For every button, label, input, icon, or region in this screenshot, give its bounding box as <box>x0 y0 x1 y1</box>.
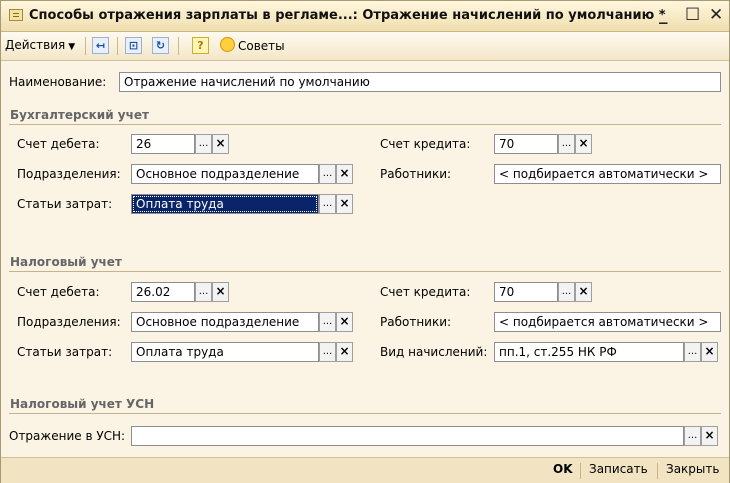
window-title: Способы отражения зарплаты в регламе...:… <box>29 8 666 23</box>
usn-reflection-field[interactable] <box>131 426 684 446</box>
tax-credit-account-field[interactable]: 70 <box>494 282 558 302</box>
usn-section-title: Налоговый учет УСН <box>10 397 155 411</box>
clear-button[interactable]: × <box>701 342 718 362</box>
advice-label: Советы <box>238 39 285 53</box>
clear-button[interactable]: × <box>575 282 592 302</box>
employees-field[interactable]: < подбирается автоматически > <box>494 164 721 184</box>
toolbar-separator <box>178 37 179 55</box>
choose-button[interactable]: ... <box>684 426 701 446</box>
footer-separator <box>657 463 658 479</box>
choose-button[interactable]: ... <box>684 342 701 362</box>
tax-cost-items-field[interactable]: Оплата труда <box>131 342 319 362</box>
choose-button[interactable]: ... <box>558 134 575 154</box>
accrual-type-label: Вид начислений: <box>380 345 488 359</box>
cost-items-field[interactable]: Оплата труда <box>131 194 319 214</box>
save-button[interactable]: Записать <box>589 462 648 476</box>
close-form-button[interactable]: Закрыть <box>666 462 719 476</box>
cost-items-label: Статьи затрат: <box>17 197 113 211</box>
tax-employees-label: Работники: <box>380 315 452 329</box>
choose-button[interactable]: ... <box>195 134 212 154</box>
tax-credit-account-label: Счет кредита: <box>380 285 471 299</box>
ok-button[interactable]: OK <box>553 462 573 476</box>
credit-account-label: Счет кредита: <box>380 137 471 151</box>
choose-button[interactable]: ... <box>319 342 336 362</box>
department-label: Подразделения: <box>17 167 121 181</box>
toolbar-separator <box>117 37 118 55</box>
title-bar[interactable]: Способы отражения зарплаты в регламе...:… <box>1 1 729 32</box>
tax-cost-items-label: Статьи затрат: <box>17 345 113 359</box>
name-label: Наименование: <box>9 75 107 89</box>
clear-button[interactable]: × <box>701 426 718 446</box>
tax-debit-account-label: Счет дебета: <box>17 285 100 299</box>
clear-button[interactable]: × <box>336 312 353 332</box>
choose-button[interactable]: ... <box>195 282 212 302</box>
tax-section-title: Налоговый учет <box>10 255 122 269</box>
tax-debit-account-field[interactable]: 26.02 <box>131 282 195 302</box>
accrual-type-field[interactable]: пп.1, ст.255 НК РФ <box>494 342 684 362</box>
advice-icon <box>220 37 235 52</box>
department-field[interactable]: Основное подразделение <box>131 164 319 184</box>
section-divider <box>9 413 721 414</box>
actions-menu[interactable]: Действия ▼ <box>5 38 75 52</box>
clear-button[interactable]: × <box>212 134 229 154</box>
section-divider <box>9 271 721 272</box>
tax-department-label: Подразделения: <box>17 315 121 329</box>
footer-bar: OK Записать Закрыть <box>1 457 729 483</box>
form-content: Наименование: Отражение начислений по ум… <box>1 61 729 457</box>
help-icon[interactable]: ? <box>192 37 209 54</box>
name-field[interactable]: Отражение начислений по умолчанию <box>119 72 721 92</box>
accounting-section-title: Бухгалтерский учет <box>10 108 149 122</box>
actions-label: Действия <box>5 38 66 52</box>
insert-row-icon[interactable]: ↤ <box>92 37 109 54</box>
tax-employees-field[interactable]: < подбирается автоматически > <box>494 312 721 332</box>
clear-button[interactable]: × <box>212 282 229 302</box>
clear-button[interactable]: × <box>575 134 592 154</box>
clear-button[interactable]: × <box>336 194 353 214</box>
footer-separator <box>580 463 581 479</box>
toolbar-separator <box>85 37 86 55</box>
debit-account-field[interactable]: 26 <box>131 134 195 154</box>
choose-button[interactable]: ... <box>319 312 336 332</box>
tax-department-field[interactable]: Основное подразделение <box>131 312 319 332</box>
choose-button[interactable]: ... <box>319 194 336 214</box>
close-button[interactable]: ✕ <box>709 4 723 26</box>
clear-button[interactable]: × <box>336 342 353 362</box>
choose-button[interactable]: ... <box>319 164 336 184</box>
clear-button[interactable]: × <box>336 164 353 184</box>
employees-label: Работники: <box>380 167 452 181</box>
maximize-button[interactable]: ☐ <box>685 4 700 26</box>
section-divider <box>9 124 721 125</box>
report-icon[interactable]: ⊡ <box>125 37 142 54</box>
choose-button[interactable]: ... <box>558 282 575 302</box>
dialog-window: Способы отражения зарплаты в регламе...:… <box>0 0 730 483</box>
document-icon <box>9 9 23 21</box>
minimize-button[interactable]: _ <box>659 4 668 26</box>
toolbar: Действия ▼ ↤ ⊡ ↻ ? Советы <box>1 32 729 61</box>
chevron-down-icon: ▼ <box>68 42 76 52</box>
advice-button[interactable]: Советы <box>220 37 285 53</box>
debit-account-label: Счет дебета: <box>17 137 100 151</box>
usn-reflection-label: Отражение в УСН: <box>9 429 126 443</box>
credit-account-field[interactable]: 70 <box>494 134 558 154</box>
refresh-icon[interactable]: ↻ <box>152 37 169 54</box>
